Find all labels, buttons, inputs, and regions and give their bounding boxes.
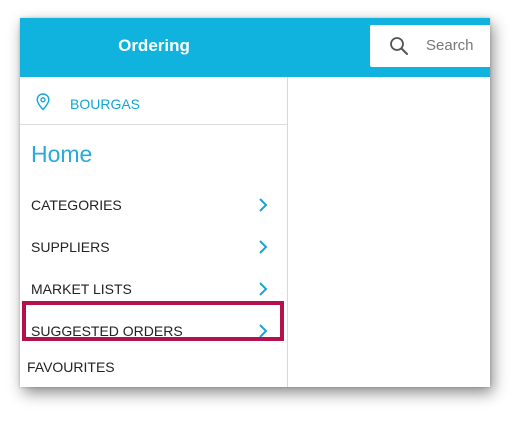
location-label: BOURGAS: [70, 96, 141, 112]
app-title: Ordering: [118, 36, 190, 55]
sidebar-item-suppliers[interactable]: SUPPLIERS: [20, 227, 287, 269]
home-heading[interactable]: Home: [31, 141, 92, 168]
search-box[interactable]: Search: [370, 25, 490, 67]
sidebar-item-label: SUPPLIERS: [31, 239, 110, 255]
sidebar-item-market-lists[interactable]: MARKET LISTS: [20, 269, 287, 311]
sidebar-item-favourites[interactable]: FAVOURITES: [27, 359, 115, 375]
location-selector[interactable]: BOURGAS: [20, 77, 287, 125]
chevron-right-icon: [259, 240, 268, 254]
chevron-right-icon: [259, 282, 268, 296]
sidebar-item-label: MARKET LISTS: [31, 281, 132, 297]
top-bar: Ordering Search: [20, 18, 490, 77]
search-input[interactable]: Search: [426, 37, 474, 54]
location-pin-icon: [36, 93, 50, 111]
sidebar: BOURGAS Home CATEGORIES SUPPLIERS MARKET…: [20, 77, 288, 387]
sidebar-item-categories[interactable]: CATEGORIES: [20, 185, 287, 227]
sidebar-item-label: CATEGORIES: [31, 197, 122, 213]
app-window: Ordering Search BOURGAS Home CATEGORIES: [20, 18, 490, 387]
chevron-right-icon: [259, 198, 268, 212]
chevron-right-icon: [259, 324, 268, 338]
sidebar-item-suggested-orders[interactable]: SUGGESTED ORDERS: [20, 311, 287, 353]
sidebar-item-label: SUGGESTED ORDERS: [31, 323, 183, 339]
search-icon: [390, 37, 408, 55]
